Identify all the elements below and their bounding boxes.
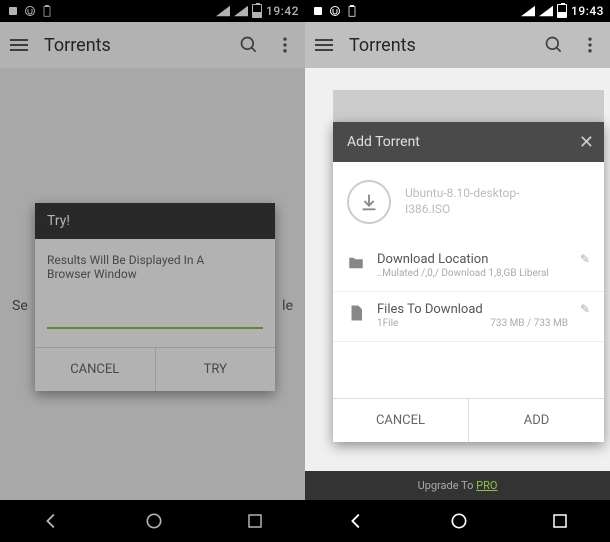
- utorrent-icon: [328, 4, 342, 18]
- folder-icon: [347, 254, 365, 272]
- content-area: Add Torrent ✕ Ubuntu-8.10-desktop- I386.…: [305, 68, 610, 500]
- dialog-actions: CANCEL ADD: [333, 398, 604, 442]
- dialog-text: Results Will Be Displayed In A: [47, 253, 263, 267]
- notification-icon: [6, 4, 20, 18]
- dialog-title: Add Torrent ✕: [333, 122, 604, 162]
- background-text: Se: [12, 298, 28, 314]
- signal-icon-2: [539, 4, 553, 18]
- recents-button[interactable]: [551, 512, 569, 530]
- app-bar: Torrents: [305, 22, 610, 68]
- section-subtitle: ..Mulated /,0,/ Download 1,8,GB Liberal: [377, 267, 568, 281]
- navigation-bar: [305, 500, 610, 542]
- pro-link[interactable]: PRO: [476, 479, 497, 492]
- upgrade-bar[interactable]: Upgrade To PRO: [305, 471, 610, 500]
- signal-icon: [521, 4, 535, 18]
- battery-low-icon: [40, 4, 54, 18]
- search-input[interactable]: [47, 299, 263, 329]
- battery-icon: [252, 4, 262, 18]
- menu-button[interactable]: [10, 39, 28, 51]
- edit-icon[interactable]: ✎: [580, 252, 590, 266]
- background-text: le: [282, 298, 293, 314]
- files-row[interactable]: Files To Download 1File 733 MB / 733 MB …: [333, 292, 604, 342]
- try-button[interactable]: TRY: [156, 348, 276, 391]
- app-title: Torrents: [349, 35, 528, 56]
- content-area: Se le Try! Results Will Be Displayed In …: [0, 68, 305, 500]
- torrent-name: Ubuntu-8.10-desktop- I386.ISO: [405, 186, 519, 217]
- add-torrent-dialog: Add Torrent ✕ Ubuntu-8.10-desktop- I386.…: [333, 122, 604, 442]
- section-title: Download Location: [377, 252, 568, 267]
- dialog-overlay: Add Torrent ✕ Ubuntu-8.10-desktop- I386.…: [333, 90, 604, 442]
- cancel-button[interactable]: CANCEL: [35, 348, 156, 391]
- status-time: 19:42: [266, 4, 299, 18]
- recents-button[interactable]: [246, 512, 264, 530]
- back-button[interactable]: [346, 510, 368, 532]
- status-bar: 19:42: [0, 0, 305, 22]
- navigation-bar: [0, 500, 305, 542]
- phone-left: 19:42 Torrents Se le Try! Results Will B…: [0, 0, 305, 542]
- status-bar: 19:43: [305, 0, 610, 22]
- app-bar: Torrents: [0, 22, 305, 68]
- utorrent-icon: [23, 4, 37, 18]
- close-icon[interactable]: ✕: [579, 132, 594, 153]
- search-icon[interactable]: [239, 35, 259, 55]
- cancel-button[interactable]: CANCEL: [333, 399, 469, 442]
- file-icon: [347, 304, 365, 322]
- back-button[interactable]: [41, 510, 63, 532]
- status-time: 19:43: [571, 4, 604, 18]
- download-icon: [347, 180, 391, 224]
- home-button[interactable]: [449, 511, 469, 531]
- home-button[interactable]: [144, 511, 164, 531]
- dialog-actions: CANCEL TRY: [35, 347, 275, 391]
- section-title: Files To Download: [377, 302, 568, 317]
- battery-low-icon: [345, 4, 359, 18]
- search-dialog: Try! Results Will Be Displayed In A Brow…: [35, 203, 275, 391]
- torrent-info: Ubuntu-8.10-desktop- I386.ISO: [333, 162, 604, 242]
- section-subtitle: 1File 733 MB / 733 MB: [377, 317, 568, 331]
- more-icon[interactable]: [275, 35, 295, 55]
- download-location-row[interactable]: Download Location ..Mulated /,0,/ Downlo…: [333, 242, 604, 292]
- dialog-body: Results Will Be Displayed In A Browser W…: [35, 239, 275, 347]
- dialog-title: Try!: [35, 203, 275, 239]
- menu-button[interactable]: [315, 39, 333, 51]
- add-button[interactable]: ADD: [469, 399, 604, 442]
- notification-icon: [311, 4, 325, 18]
- search-icon[interactable]: [544, 35, 564, 55]
- signal-icon-2: [234, 4, 248, 18]
- edit-icon[interactable]: ✎: [580, 302, 590, 316]
- dialog-text: Browser Window: [47, 267, 263, 281]
- more-icon[interactable]: [580, 35, 600, 55]
- battery-icon: [557, 4, 567, 18]
- app-title: Torrents: [44, 35, 223, 56]
- signal-icon: [216, 4, 230, 18]
- phone-right: 19:43 Torrents Add Torrent ✕: [305, 0, 610, 542]
